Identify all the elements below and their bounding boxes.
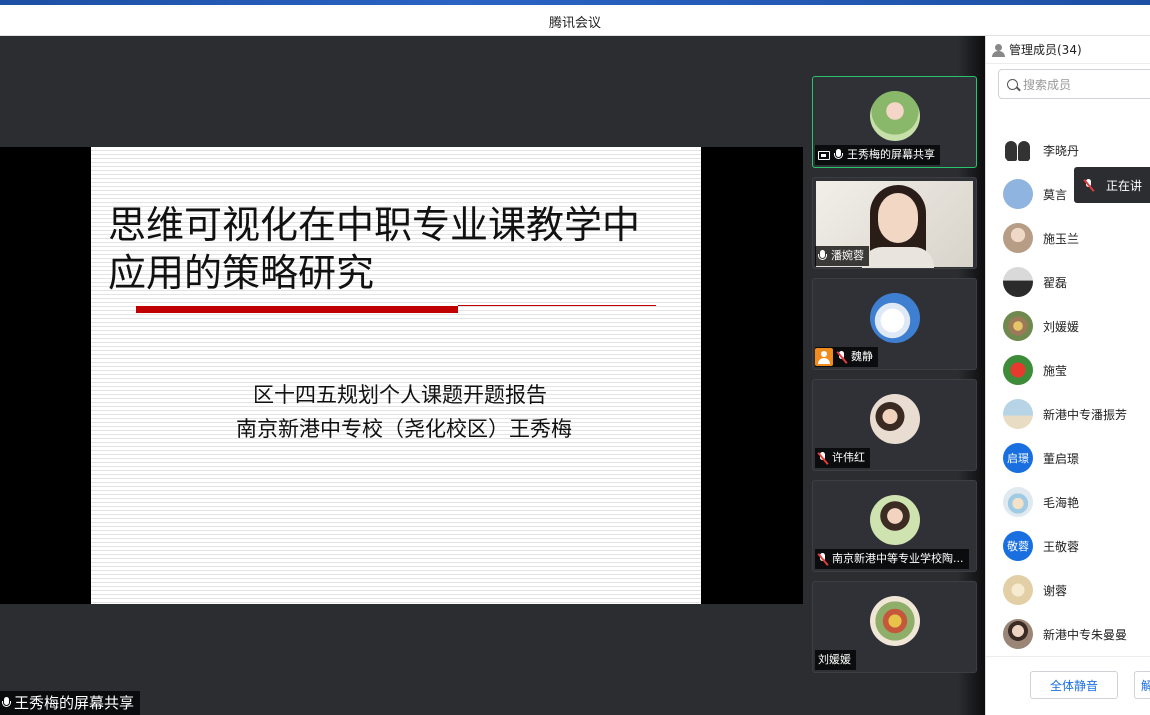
member-name: 董启璟 <box>1043 451 1080 466</box>
member-name: 新港中专朱曼曼 <box>1043 627 1128 642</box>
panel-header-title: 管理成员(34) <box>1009 43 1082 57</box>
tile-name-label: 王秀梅的屏幕共享 <box>815 145 940 165</box>
member-row[interactable]: 刘媛媛 <box>986 304 1150 348</box>
mic-muted-icon <box>818 552 828 566</box>
tile-name: 刘媛媛 <box>818 653 851 666</box>
member-avatar <box>1003 267 1033 297</box>
video-tile-6[interactable]: 刘媛媛 <box>812 581 977 673</box>
video-tile-2[interactable]: 潘婉蓉 <box>812 177 977 269</box>
avatar <box>870 91 920 141</box>
slide-title: 思维可视化在中职专业课教学中 应用的策略研究 <box>108 201 698 297</box>
members-icon <box>992 43 1005 57</box>
mic-muted-icon <box>837 350 847 364</box>
title-bar: 腾讯会议 <box>0 5 1150 36</box>
screen-share-icon <box>818 150 830 160</box>
member-avatar: 启璟 <box>1003 443 1033 473</box>
member-name: 谢蓉 <box>1043 583 1068 598</box>
member-name: 刘媛媛 <box>1043 319 1080 334</box>
presentation-slide: 思维可视化在中职专业课教学中 应用的策略研究 区十四五规划个人课题开题报告 南京… <box>91 147 701 604</box>
member-search-input[interactable]: 搜索成员 <box>998 69 1150 99</box>
member-row[interactable]: 谢蓉 <box>986 568 1150 612</box>
member-name: 翟磊 <box>1043 275 1068 290</box>
tile-name-label: 魏静 <box>815 347 878 367</box>
avatar <box>870 596 920 646</box>
search-icon <box>1007 78 1018 90</box>
panel-footer: 全体静音 解 <box>986 656 1150 715</box>
share-owner-text: 王秀梅的屏幕共享 <box>14 694 135 712</box>
search-placeholder: 搜索成员 <box>1023 77 1072 92</box>
tile-name-label: 许伟红 <box>815 448 870 468</box>
member-avatar: 敬蓉 <box>1003 531 1033 561</box>
tile-name: 王秀梅的屏幕共享 <box>847 148 935 161</box>
slide-subtitle-1: 区十四五规划个人课题开题报告 <box>253 383 547 407</box>
member-name: 李晓丹 <box>1043 143 1080 158</box>
video-strip: 王秀梅的屏幕共享 潘婉蓉 魏静 许伟红 南京新港中等专业学校陶... 刘媛媛 <box>803 36 985 715</box>
slide-title-line-2: 应用的策略研究 <box>108 251 375 295</box>
video-tile-3[interactable]: 魏静 <box>812 278 977 370</box>
slide-red-bar <box>136 306 458 313</box>
panel-header: 管理成员(34) <box>986 36 1150 64</box>
shared-screen-area[interactable]: 思维可视化在中职专业课教学中 应用的策略研究 区十四五规划个人课题开题报告 南京… <box>0 36 803 715</box>
member-row[interactable]: 李晓丹 <box>986 128 1150 172</box>
tile-name: 南京新港中等专业学校陶... <box>832 552 964 565</box>
member-avatar <box>1003 223 1033 253</box>
member-avatar <box>1003 399 1033 429</box>
member-avatar <box>1003 355 1033 385</box>
member-avatar <box>1003 179 1033 209</box>
member-name: 施玉兰 <box>1043 231 1080 246</box>
video-tile-1[interactable]: 王秀梅的屏幕共享 <box>812 76 977 168</box>
member-row[interactable]: 敬蓉 王敬蓉 <box>986 524 1150 568</box>
member-row[interactable]: 施玉兰 <box>986 216 1150 260</box>
avatar <box>870 293 920 343</box>
member-avatar <box>1003 135 1033 165</box>
member-name: 新港中专潘振芳 <box>1043 407 1128 422</box>
tile-name: 潘婉蓉 <box>831 249 864 262</box>
member-avatar <box>1003 311 1033 341</box>
member-name: 莫言 <box>1043 187 1068 202</box>
speaking-indicator: 正在讲 <box>1074 167 1150 203</box>
member-avatar <box>1003 619 1033 649</box>
mic-icon <box>818 249 827 263</box>
tile-name: 许伟红 <box>832 451 865 464</box>
mic-muted-icon <box>818 451 828 465</box>
member-name: 王敬蓉 <box>1043 539 1080 554</box>
avatar <box>870 495 920 545</box>
member-name: 毛海艳 <box>1043 495 1080 510</box>
member-row[interactable]: 毛海艳 <box>986 480 1150 524</box>
tile-name-label: 潘婉蓉 <box>815 246 869 266</box>
member-row[interactable]: 启璟 董启璟 <box>986 436 1150 480</box>
slide-red-line <box>458 305 656 306</box>
member-panel: 管理成员(34) 搜索成员 李晓丹 莫言 施玉兰 翟磊 刘媛媛 施莹 新港中专潘… <box>985 36 1150 715</box>
video-tile-4[interactable]: 许伟红 <box>812 379 977 471</box>
speaking-text: 正在讲 <box>1106 178 1143 193</box>
member-row[interactable]: 新港中专朱曼曼 <box>986 612 1150 654</box>
member-row[interactable]: 新港中专潘振芳 <box>986 392 1150 436</box>
member-name: 施莹 <box>1043 363 1068 378</box>
tile-name-label: 南京新港中等专业学校陶... <box>815 549 969 569</box>
slide-subtitle-2: 南京新港中专校（尧化校区）王秀梅 <box>236 417 572 441</box>
member-row[interactable]: 翟磊 <box>986 260 1150 304</box>
member-avatar <box>1003 575 1033 605</box>
mute-all-button[interactable]: 全体静音 <box>1030 671 1118 699</box>
member-avatar <box>1003 487 1033 517</box>
share-owner-label: 王秀梅的屏幕共享 <box>0 691 141 715</box>
unmute-all-button[interactable]: 解 <box>1134 671 1150 699</box>
tile-name-label: 刘媛媛 <box>815 650 856 670</box>
mic-icon <box>834 148 843 162</box>
mic-muted-icon <box>1084 178 1094 192</box>
avatar <box>870 394 920 444</box>
video-tile-5[interactable]: 南京新港中等专业学校陶... <box>812 480 977 572</box>
tile-name: 魏静 <box>851 350 873 363</box>
mic-icon <box>2 696 11 710</box>
window-title: 腾讯会议 <box>548 16 601 31</box>
person-icon <box>815 348 833 366</box>
member-row[interactable]: 施莹 <box>986 348 1150 392</box>
slide-title-line-1: 思维可视化在中职专业课教学中 <box>108 203 641 247</box>
